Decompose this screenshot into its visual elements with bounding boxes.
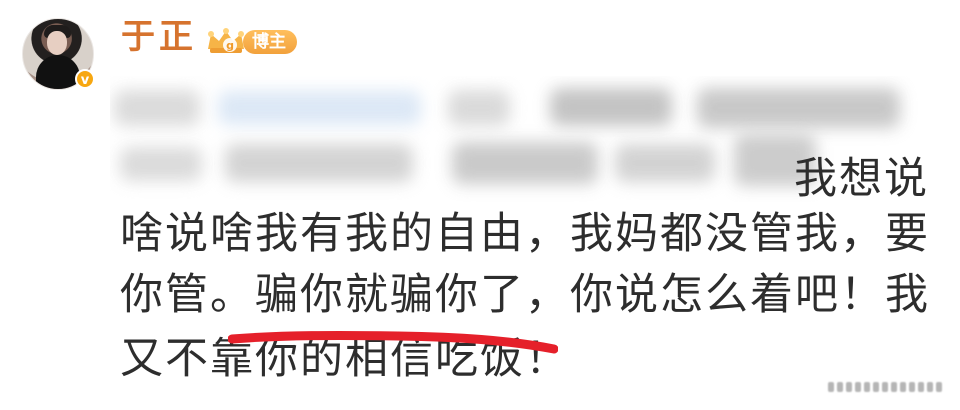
blurred-text-segment	[225, 144, 413, 182]
post-line: 啥说啥我有我的自由，我妈都没管我，要	[120, 209, 930, 259]
shirt-shape	[36, 55, 80, 89]
blurred-text-segment	[615, 144, 715, 182]
post-visible-fragment: 我想说	[794, 154, 929, 204]
face-shape	[47, 31, 67, 55]
weibo-post-screenshot: v 于正 g 博主 我想说 啥说啥我有我的自由，我妈都没管我，要 你管。骗你就骗…	[0, 0, 960, 410]
red-highlight-underline	[228, 330, 558, 354]
watermark-icon	[828, 377, 946, 397]
blurred-text-segment	[697, 88, 900, 128]
blurred-text-segment	[448, 90, 510, 126]
bottom-fade	[0, 392, 960, 410]
blurred-text-segment	[452, 142, 598, 184]
post-line: 你管。骗你就骗你了，你说怎么着吧！我	[120, 270, 930, 320]
blurred-text-segment	[550, 88, 672, 126]
blurred-link-segment	[218, 91, 421, 125]
crown-icon: g	[205, 28, 247, 56]
svg-text:g: g	[226, 39, 234, 52]
username[interactable]: 于正	[121, 20, 197, 54]
blurred-text-segment	[114, 90, 200, 126]
badge-label: 博主	[243, 30, 297, 54]
blurred-text-segment	[120, 147, 202, 181]
verified-badge-icon: v	[75, 69, 95, 89]
blogger-badge[interactable]: g 博主	[205, 28, 297, 56]
